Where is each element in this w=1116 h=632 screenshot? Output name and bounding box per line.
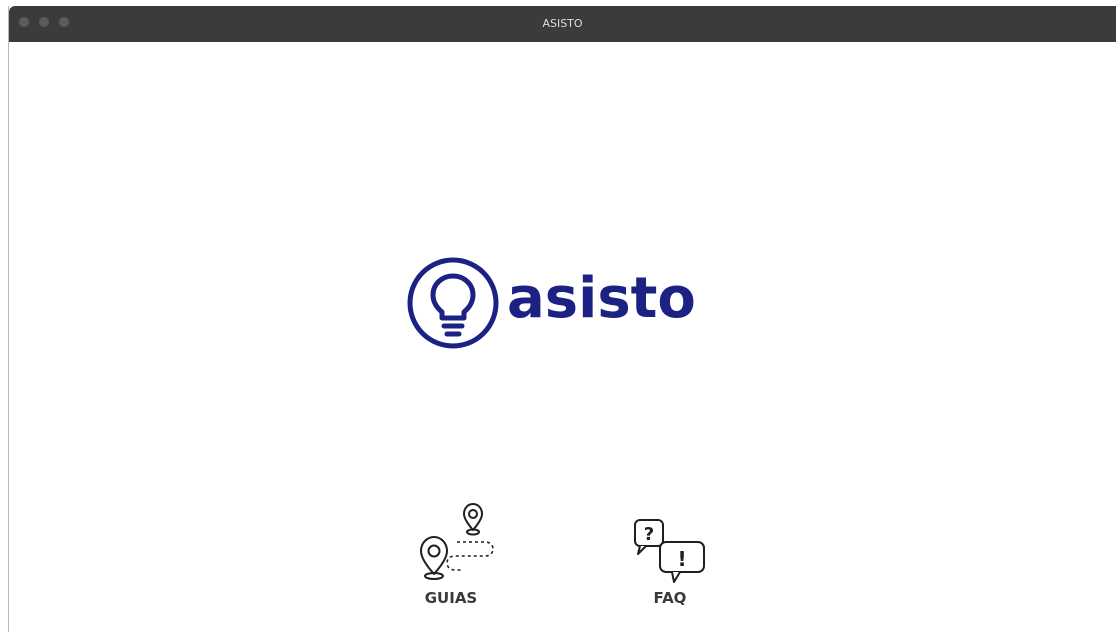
svg-text:?: ? — [644, 524, 654, 545]
guias-button[interactable]: GUIAS — [401, 500, 501, 607]
svg-text:!: ! — [677, 547, 686, 571]
asisto-logo: asisto — [405, 255, 725, 351]
guias-label: GUIAS — [424, 589, 478, 607]
faq-label: FAQ — [653, 589, 687, 607]
title-bar[interactable]: ASISTO — [9, 6, 1116, 42]
main-content: asisto GUIAS ? ! FAQ — [9, 42, 1116, 632]
app-window: ASISTO asisto GUIAS ? ! FAQ — [8, 6, 1116, 632]
logo-wordmark: asisto — [507, 266, 696, 331]
question-exclamation-bubbles-icon: ? ! — [634, 519, 705, 583]
map-route-pins-icon — [420, 503, 494, 580]
lightbulb-icon — [407, 257, 499, 349]
faq-button[interactable]: ? ! FAQ — [620, 512, 720, 616]
window-title: ASISTO — [542, 17, 583, 30]
